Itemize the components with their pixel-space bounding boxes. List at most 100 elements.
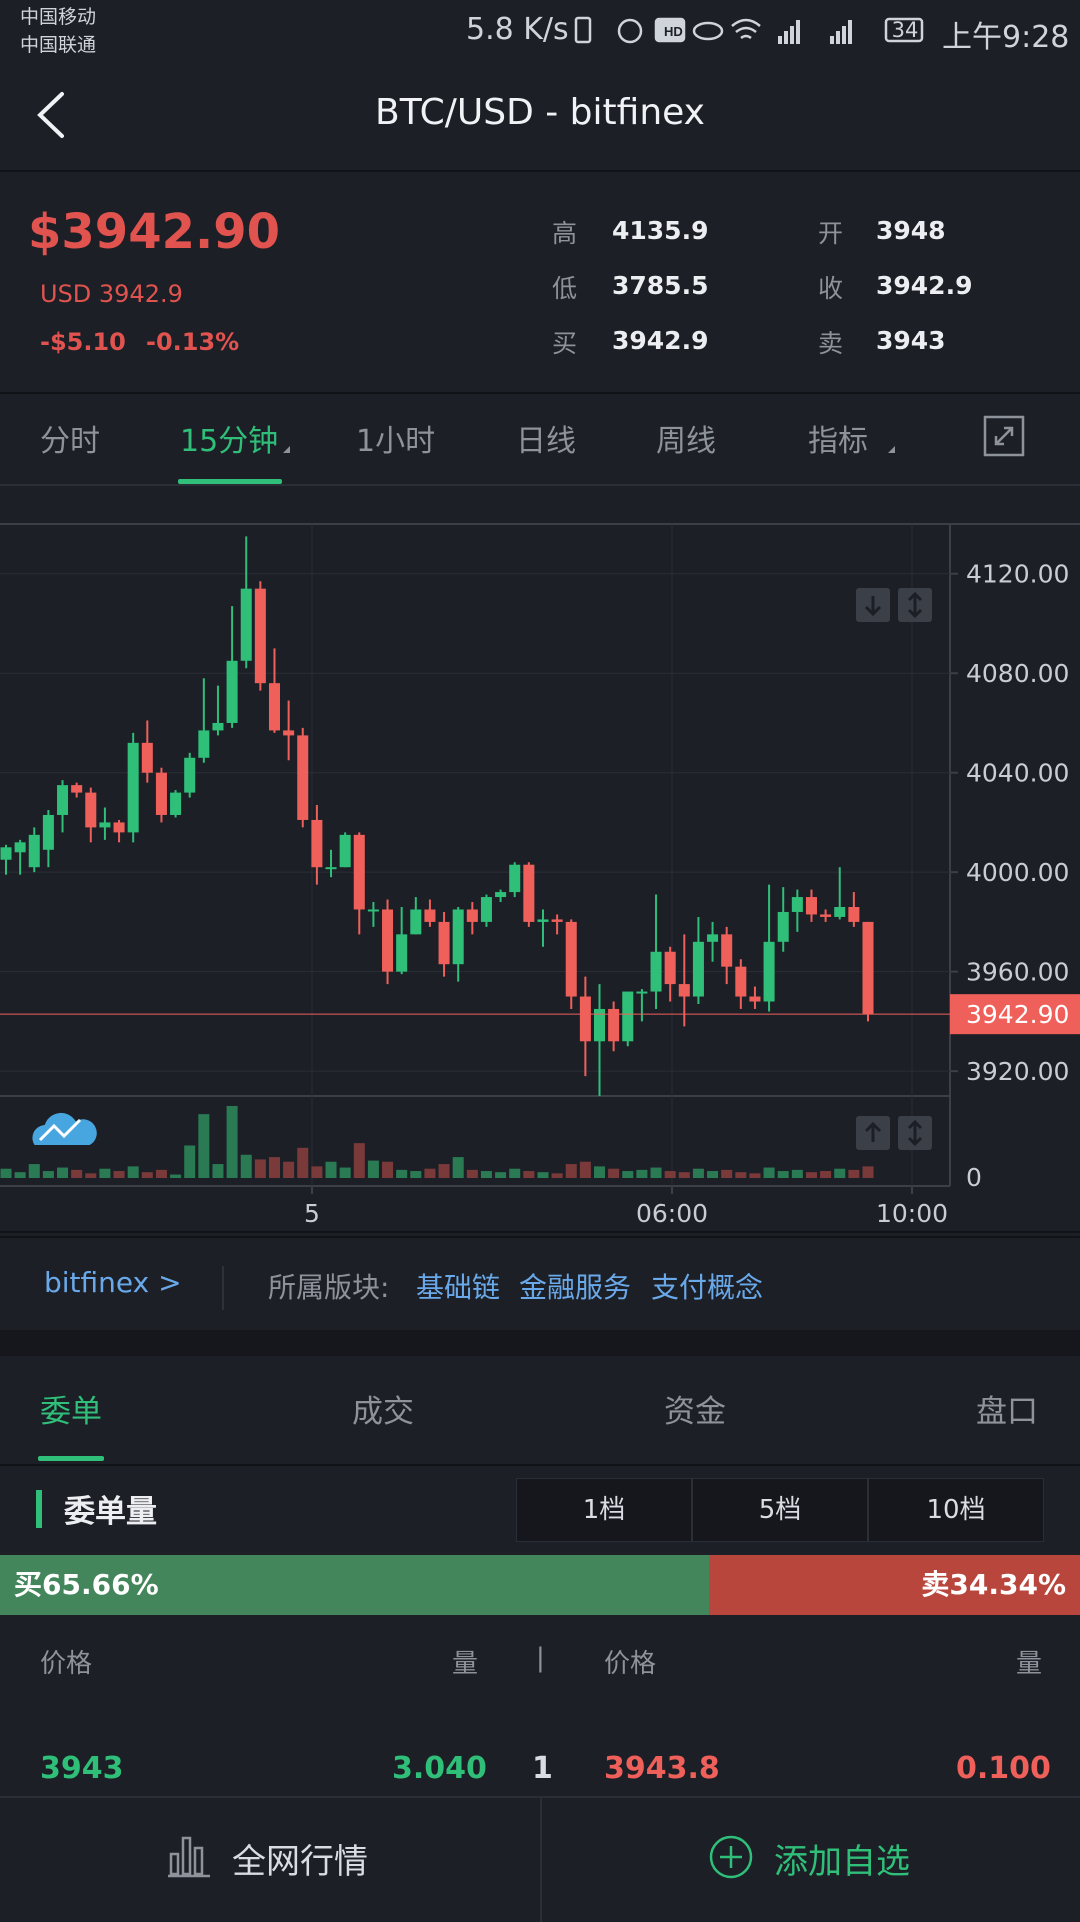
quote-value-bid: 3942.9 xyxy=(612,326,709,355)
tab-orders[interactable]: 委单 xyxy=(40,1386,102,1431)
level-10-button[interactable]: 10档 xyxy=(868,1478,1044,1542)
volume-bar xyxy=(551,1173,563,1178)
volume-bar xyxy=(424,1168,436,1178)
sector-tag-1[interactable]: 基础链 xyxy=(416,1266,500,1306)
candle-body xyxy=(353,834,365,910)
quote-label-ask: 卖 xyxy=(818,329,844,358)
tab-daily[interactable]: 日线 xyxy=(516,416,576,460)
signal-4g-icon xyxy=(778,20,800,44)
candle-body xyxy=(791,897,803,912)
volume-bar xyxy=(608,1168,620,1178)
tab-weekly[interactable]: 周线 xyxy=(656,416,716,460)
candle-body xyxy=(466,909,478,922)
volume-bar xyxy=(14,1172,26,1178)
volume-bar xyxy=(721,1169,733,1178)
sector-tag-2[interactable]: 金融服务 xyxy=(519,1266,631,1306)
market-label: 全网行情 xyxy=(232,1842,368,1882)
volume-bar xyxy=(410,1171,422,1178)
candle-body xyxy=(198,730,210,758)
market-button[interactable]: 全网行情 xyxy=(0,1798,540,1922)
volume-bar xyxy=(325,1161,337,1178)
carrier-1: 中国移动 xyxy=(20,6,97,28)
volume-bar xyxy=(212,1164,224,1178)
y-tick-label-1: 4080.00 xyxy=(966,659,1069,688)
tab-trades[interactable]: 成交 xyxy=(352,1386,414,1431)
volume-bar xyxy=(339,1167,351,1178)
info-row: bitfinex > 所属版块: 基础链 金融服务 支付概念 xyxy=(0,1236,1080,1332)
x-tick-label-0: 5 xyxy=(304,1199,320,1228)
volume-bar xyxy=(565,1164,577,1178)
col-bid-price: 价格 xyxy=(40,1649,93,1679)
buy-sell-ratio-bar: 买65.66% 卖34.34% xyxy=(0,1555,1080,1615)
candle-body xyxy=(551,919,563,922)
col-ask-price: 价格 xyxy=(604,1649,657,1679)
candle-body xyxy=(735,966,747,997)
status-icons: HD xyxy=(574,16,924,44)
section-tabs: 委单 成交 资金 盘口 xyxy=(0,1356,1080,1466)
tab-15min[interactable]: 15分钟 xyxy=(180,416,278,460)
add-watchlist-button[interactable]: 添加自选 xyxy=(542,1798,1080,1922)
volume-bar xyxy=(0,1168,12,1178)
ask-qty: 0.100 xyxy=(956,1751,1051,1786)
quote-value-high: 4135.9 xyxy=(612,216,709,245)
volume-bar xyxy=(579,1161,591,1178)
volume-bar xyxy=(155,1169,167,1178)
quote-label-close: 收 xyxy=(818,274,844,303)
candle-body xyxy=(28,834,40,868)
volume-bar xyxy=(226,1106,238,1178)
candle-body xyxy=(509,864,521,893)
candle-body xyxy=(636,991,648,994)
candle-body xyxy=(834,906,846,917)
candle-body xyxy=(311,819,323,868)
y-tick-label-0: 4120.00 xyxy=(966,560,1069,589)
candle-body xyxy=(862,921,874,1014)
candle-body xyxy=(495,892,507,898)
volume-bar xyxy=(240,1154,252,1178)
tab-indicators[interactable]: 指标 xyxy=(808,416,868,460)
status-bar: 中国移动 中国联通 5.8 K/s HD 34 上午9:28 xyxy=(0,0,1080,62)
candle-body xyxy=(622,991,634,1042)
add-watchlist-label: 添加自选 xyxy=(774,1842,910,1882)
volume-bar xyxy=(283,1161,295,1178)
candle-body xyxy=(226,660,238,723)
tab-timeshare[interactable]: 分时 xyxy=(40,416,100,460)
tab-indicators-dropdown-icon xyxy=(888,446,895,453)
volume-bar xyxy=(523,1171,535,1178)
sector-label: 所属版块: xyxy=(268,1271,390,1304)
price-change: -$5.10 xyxy=(40,328,126,356)
volume-bar xyxy=(650,1167,662,1178)
candle-body xyxy=(396,934,408,972)
candle-body xyxy=(664,951,676,985)
sector-tag-3[interactable]: 支付概念 xyxy=(651,1266,763,1306)
tab-handicap[interactable]: 盘口 xyxy=(976,1386,1038,1431)
fullscreen-icon[interactable] xyxy=(982,414,1026,458)
battery-level: 34 xyxy=(891,18,919,42)
tab-funds[interactable]: 资金 xyxy=(664,1386,726,1431)
quote-label-low: 低 xyxy=(552,274,578,303)
volume-bar xyxy=(537,1172,549,1178)
clock: 上午9:28 xyxy=(942,20,1070,55)
alarm-icon xyxy=(617,18,643,44)
candle-body xyxy=(805,897,817,915)
order-book-columns: 价格 量 | 价格 量 xyxy=(0,1615,1080,1707)
volume-bar xyxy=(113,1171,125,1178)
candle-body xyxy=(71,785,83,793)
chart-canvas[interactable]: 4120.00 4080.00 4040.00 4000.00 3960.00 3920.… xyxy=(0,486,1080,1234)
volume-bar xyxy=(57,1167,69,1178)
candle-body xyxy=(565,921,577,997)
volume-bar xyxy=(636,1169,648,1178)
candle-body xyxy=(141,742,153,773)
candle-body xyxy=(254,588,266,684)
level-1-button[interactable]: 1档 xyxy=(516,1478,692,1542)
candle-body xyxy=(820,914,832,917)
candlestick-chart[interactable]: 4120.00 4080.00 4040.00 4000.00 3960.00 3920.… xyxy=(0,486,1080,1234)
tab-15min-dropdown-icon xyxy=(283,446,290,453)
volume-bar xyxy=(848,1169,860,1178)
tab-1hour[interactable]: 1小时 xyxy=(356,416,435,460)
cloud-logo-icon xyxy=(30,1110,99,1147)
exchange-link[interactable]: bitfinex > xyxy=(44,1266,182,1299)
level-5-button[interactable]: 5档 xyxy=(692,1478,868,1542)
candle-body xyxy=(579,996,591,1042)
divider xyxy=(222,1266,224,1310)
candle-body xyxy=(99,822,111,828)
